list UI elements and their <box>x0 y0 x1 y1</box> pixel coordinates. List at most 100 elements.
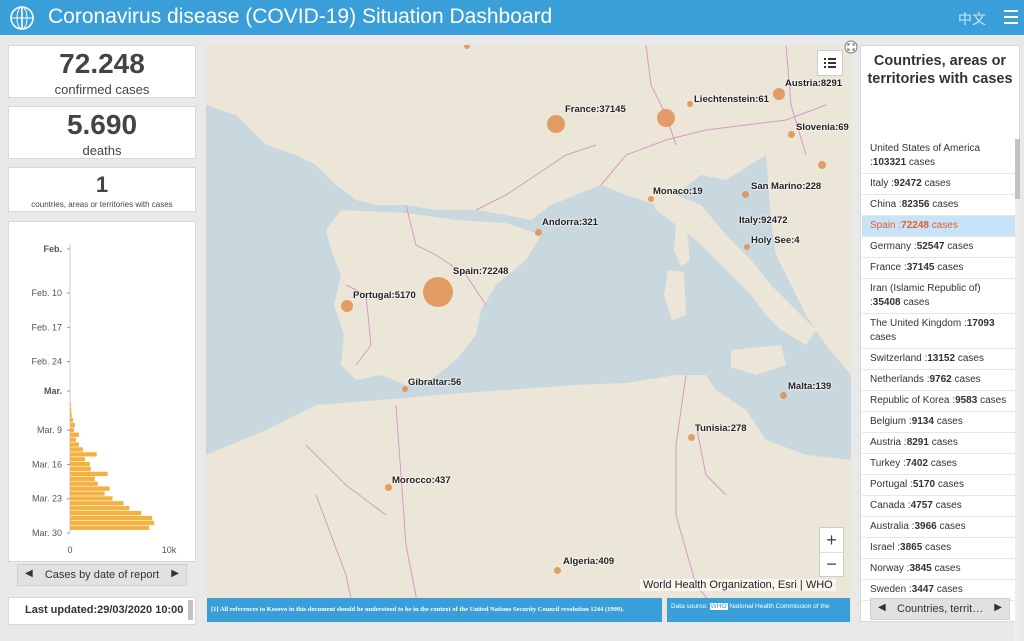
country-cases: 3865 <box>900 542 923 553</box>
chart-footer: ◀ Cases by date of report ▶ <box>17 564 187 586</box>
epi-bar[interactable] <box>70 491 105 496</box>
bubble-tunisia[interactable] <box>688 434 695 441</box>
epi-bar[interactable] <box>70 422 75 428</box>
epi-bar[interactable] <box>70 466 91 472</box>
epi-bar[interactable] <box>70 442 79 447</box>
countries-panel: 1 countries, areas or territories with c… <box>8 167 196 212</box>
epi-bar[interactable] <box>70 408 72 413</box>
country-list-panel: Countries, areas or territories with cas… <box>860 45 1020 641</box>
country-cases: 9762 <box>929 374 952 385</box>
country-list-item[interactable]: Republic of Korea :9583 cases <box>862 391 1016 412</box>
bubble-morocco[interactable] <box>385 484 392 491</box>
country-name: Belgium : <box>870 416 912 427</box>
country-list-item[interactable]: The United Kingdom :17093 cases <box>862 314 1016 349</box>
country-name: The United Kingdom : <box>870 318 967 329</box>
fullscreen-icon[interactable] <box>844 40 858 54</box>
chart-next-arrow-icon[interactable]: ▶ <box>171 568 179 579</box>
bubble-algeria[interactable] <box>554 567 561 574</box>
zoom-in-button[interactable]: + <box>820 528 843 553</box>
epi-bar[interactable] <box>70 486 110 491</box>
country-list-item[interactable]: Norway :3845 cases <box>862 559 1016 580</box>
epi-bar[interactable] <box>70 510 142 516</box>
country-cases-suffix: cases <box>933 416 963 427</box>
epi-bar[interactable] <box>70 457 85 462</box>
country-list-item[interactable]: Italy :92472 cases <box>862 174 1016 195</box>
country-list-item[interactable]: Iran (Islamic Republic of) :35408 cases <box>862 279 1016 314</box>
map-view[interactable]: France:37145 Liechtenstein:61 Austria:82… <box>206 45 851 622</box>
bubble-france[interactable] <box>547 115 565 133</box>
menu-icon[interactable] <box>1004 10 1018 24</box>
map-label-malta: Malta:139 <box>788 381 832 392</box>
epi-bar[interactable] <box>70 515 153 521</box>
country-list-item[interactable]: Netherlands :9762 cases <box>862 370 1016 391</box>
country-name: France : <box>870 262 907 273</box>
data-source-who[interactable]: WHO <box>709 603 728 610</box>
epi-bar[interactable] <box>70 413 72 418</box>
bubble-malta[interactable] <box>780 392 787 399</box>
bubble-italy[interactable] <box>657 109 675 127</box>
legend-list-button[interactable] <box>817 50 843 76</box>
list-footer-label: Countries, territ… <box>897 603 984 615</box>
epi-bar[interactable] <box>70 471 108 477</box>
epi-bar[interactable] <box>70 427 74 433</box>
scrollbar-thumb[interactable] <box>1015 139 1020 199</box>
bubble-slovenia[interactable] <box>788 131 795 138</box>
bubble-andorra[interactable] <box>535 229 542 236</box>
zoom-out-button[interactable]: − <box>820 552 843 576</box>
bubble-holy-see[interactable] <box>744 244 750 250</box>
epi-bar[interactable] <box>70 447 83 452</box>
last-updated-text: Last updated:29/03/2020 10:00 <box>25 604 184 616</box>
list-prev-arrow-icon[interactable]: ◀ <box>878 602 886 613</box>
country-list-scrollbar[interactable] <box>1015 139 1020 641</box>
country-list-item[interactable]: Germany :52547 cases <box>862 237 1016 258</box>
bubble-right-edge[interactable] <box>818 161 826 169</box>
epi-bar[interactable] <box>70 432 79 437</box>
y-tick-label: Feb. <box>43 244 62 254</box>
epi-bar[interactable] <box>70 417 73 423</box>
epi-bar[interactable] <box>70 452 97 457</box>
epi-bar[interactable] <box>70 403 71 408</box>
epi-bar[interactable] <box>70 525 150 530</box>
country-list-item[interactable]: China :82356 cases <box>862 195 1016 216</box>
map-label-spain: Spain:72248 <box>453 266 509 277</box>
country-list-item[interactable]: Turkey :7402 cases <box>862 454 1016 475</box>
country-list-item[interactable]: Portugal :5170 cases <box>862 475 1016 496</box>
map-label-morocco: Morocco:437 <box>392 475 451 486</box>
epi-bar[interactable] <box>70 481 98 486</box>
last-updated-scrollbar[interactable] <box>188 600 193 620</box>
bubble-portugal[interactable] <box>341 300 353 312</box>
epi-bar[interactable] <box>70 462 90 467</box>
y-tick-label: Feb. 17 <box>31 322 62 332</box>
epi-bar[interactable] <box>70 437 76 442</box>
country-cases-suffix: cases <box>900 297 930 308</box>
bubble-austria[interactable] <box>773 88 785 100</box>
epi-bar[interactable] <box>70 520 155 526</box>
x-tick-label: 10k <box>162 545 177 555</box>
country-name: Israel : <box>870 542 901 553</box>
epi-bar[interactable] <box>70 476 95 481</box>
country-cases: 9583 <box>955 395 978 406</box>
country-list-item[interactable]: Austria :8291 cases <box>862 433 1016 454</box>
country-list-item[interactable]: United States of America :103321 cases <box>862 139 1016 174</box>
epi-bar[interactable] <box>70 496 113 501</box>
map-label-france: France:37145 <box>565 104 626 115</box>
map-label-tunisia: Tunisia:278 <box>695 423 747 434</box>
language-switch[interactable]: 中文 <box>958 9 986 29</box>
country-list-item[interactable]: Canada :4757 cases <box>862 496 1016 517</box>
epi-bar[interactable] <box>70 506 130 511</box>
map-label-liechtenstein: Liechtenstein:61 <box>694 94 769 105</box>
country-list-item[interactable]: Switzerland :13152 cases <box>862 349 1016 370</box>
country-cases: 103321 <box>872 157 907 168</box>
bubble-liechtenstein[interactable] <box>687 101 693 107</box>
country-list-item[interactable]: Spain :72248 cases <box>862 216 1016 237</box>
list-next-arrow-icon[interactable]: ▶ <box>994 602 1002 613</box>
country-list-item[interactable]: Israel :3865 cases <box>862 538 1016 559</box>
country-list-item[interactable]: Australia :3966 cases <box>862 517 1016 538</box>
dashboard-title: Coronavirus disease (COVID-19) Situation… <box>48 5 553 28</box>
country-cases-suffix: cases <box>933 584 963 595</box>
bubble-spain[interactable] <box>423 277 453 307</box>
bubble-san-marino[interactable] <box>742 191 749 198</box>
country-list-item[interactable]: France :37145 cases <box>862 258 1016 279</box>
epi-bar[interactable] <box>70 501 124 506</box>
country-list-item[interactable]: Belgium :9134 cases <box>862 412 1016 433</box>
